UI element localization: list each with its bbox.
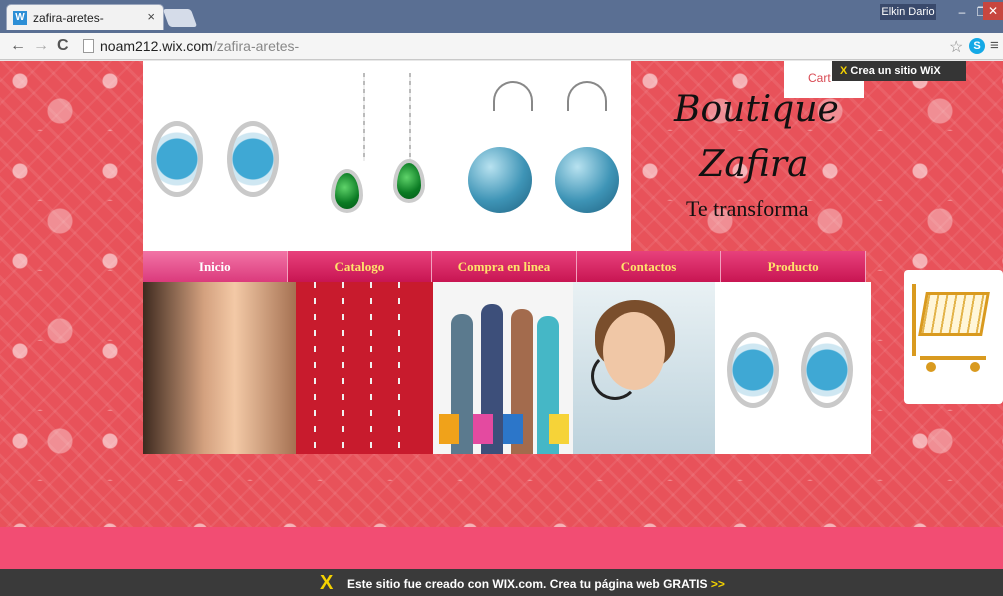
url-host: noam212.wix.com <box>100 38 213 54</box>
wix-favicon-icon: W <box>13 11 27 25</box>
earring-rack-line <box>342 282 344 454</box>
earring-hook-image <box>567 81 607 111</box>
customer-service-photo[interactable] <box>573 282 715 454</box>
wix-logo-icon: X <box>840 65 848 77</box>
browser-menu-icon[interactable]: ≡ <box>990 37 999 54</box>
earring-rack-line <box>314 282 316 454</box>
wix-footer-bar: X Este sitio fue creado con WIX.com. Cre… <box>0 569 1003 596</box>
forward-arrow-icon[interactable]: → <box>33 37 49 55</box>
shopping-bag <box>549 414 569 444</box>
shopping-bag <box>503 414 523 444</box>
nav-item-compra-en-linea[interactable]: Compra en linea <box>432 251 577 282</box>
nav-item-catalogo[interactable]: Catalogo <box>287 251 433 282</box>
header-earrings-banner <box>143 61 631 251</box>
nav-item-inicio[interactable]: Inicio <box>143 251 288 282</box>
bookmark-star-icon[interactable]: ☆ <box>949 37 963 57</box>
tab-title: zafira-aretes- <box>33 11 104 25</box>
wix-footer-arrow: >> <box>710 577 725 591</box>
page-content: Boutique Zafira Te transforma Cart X Cre… <box>0 61 1003 596</box>
drop-earring-chain-image <box>363 73 365 161</box>
wix-cta-label: Crea un sitio WiX <box>850 65 941 77</box>
minimize-icon[interactable]: – <box>952 4 972 20</box>
earring-rack-line <box>398 282 400 454</box>
cart-label: Cart <box>808 71 831 85</box>
shopping-bag <box>473 414 493 444</box>
main-navigation: Inicio Catalogo Compra en linea Contacto… <box>143 251 866 282</box>
photo-strip <box>143 282 871 454</box>
brand-title-line2: Zafira <box>699 144 809 185</box>
tab-close-icon[interactable]: × <box>147 9 155 24</box>
product-earrings-photo[interactable] <box>715 282 871 454</box>
profile-badge[interactable]: Elkin Dario <box>880 4 936 20</box>
cart-wheel <box>926 362 936 372</box>
earring-hook-image <box>493 81 533 111</box>
cart-basket <box>918 292 990 336</box>
shopping-bag <box>439 414 459 444</box>
green-drop-earring-image <box>331 169 363 213</box>
earring-rack-line <box>370 282 372 454</box>
back-arrow-icon[interactable]: ← <box>10 37 26 55</box>
nav-item-producto[interactable]: Producto <box>721 251 866 282</box>
cart-wheel <box>970 362 980 372</box>
wix-create-site-button[interactable]: X Crea un sitio WiX <box>832 61 966 81</box>
browser-titlebar: W zafira-aretes- × Elkin Dario – ❐ ✕ <box>0 0 1003 33</box>
browser-toolbar: ← → C noam212.wix.com/zafira-aretes- ☆ S… <box>0 33 1003 60</box>
green-drop-earring-image <box>393 159 425 203</box>
site-brand: Boutique Zafira <box>674 89 839 187</box>
cart-base <box>920 356 986 360</box>
wix-footer-text: Este sitio fue creado con WIX.com. Crea … <box>347 577 708 591</box>
headset-icon <box>591 352 639 400</box>
earring-display-photo[interactable] <box>296 282 433 454</box>
hoop-earring-image <box>801 332 853 408</box>
address-bar[interactable]: noam212.wix.com/zafira-aretes- <box>100 38 299 54</box>
reload-icon[interactable]: C <box>57 37 69 55</box>
beaded-earring-image <box>468 147 532 213</box>
beaded-earring-image <box>555 147 619 213</box>
hoop-earring-image <box>727 332 779 408</box>
wix-footer-logo-icon: X <box>320 572 334 594</box>
nav-item-contactos[interactable]: Contactos <box>576 251 722 282</box>
wix-footer-link[interactable]: Este sitio fue creado con WIX.com. Crea … <box>347 577 725 591</box>
skype-extension-icon[interactable]: S <box>969 38 985 54</box>
close-window-icon[interactable]: ✕ <box>983 2 1003 20</box>
new-tab-button[interactable] <box>162 9 198 27</box>
hoop-earring-image <box>227 121 279 197</box>
shopping-cart-icon[interactable] <box>904 270 1003 404</box>
page-icon <box>83 39 94 53</box>
hoop-earring-image <box>151 121 203 197</box>
browser-tab[interactable]: W zafira-aretes- × <box>6 4 164 30</box>
shoppers-photo[interactable] <box>433 282 573 454</box>
brand-tagline: Te transforma <box>686 196 809 221</box>
drop-earring-chain-image <box>409 73 411 161</box>
footer-band <box>0 527 1003 569</box>
url-path: /zafira-aretes- <box>212 38 300 54</box>
model-earring-photo[interactable] <box>143 282 296 454</box>
